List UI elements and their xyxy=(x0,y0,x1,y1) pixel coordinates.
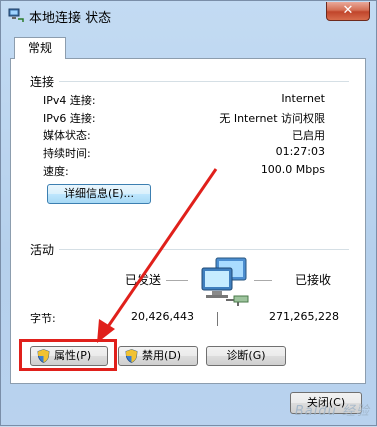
sent-label: 已发送 xyxy=(125,273,162,287)
duration-label: 持续时间: xyxy=(43,147,91,160)
speed-label: 速度: xyxy=(43,165,69,178)
close-icon: ✕ xyxy=(342,3,354,18)
ipv6-value: 无 Internet 访问权限 xyxy=(219,112,325,125)
connection-section-label: 连接 xyxy=(30,75,55,89)
bytes-label: 字节: xyxy=(30,312,56,325)
media-state-label: 媒体状态: xyxy=(43,129,91,142)
diagnose-button[interactable]: 诊断(G) xyxy=(206,346,286,366)
title-bar[interactable]: 本地连接 状态 ✕ xyxy=(1,1,376,29)
tab-general[interactable]: 常规 xyxy=(14,37,66,59)
uac-shield-icon xyxy=(125,349,138,363)
disable-label: 禁用(D) xyxy=(142,349,182,362)
network-connection-icon xyxy=(8,8,24,22)
ipv6-label: IPv6 连接: xyxy=(43,112,96,125)
sent-line xyxy=(166,280,188,281)
speed-value: 100.0 Mbps xyxy=(260,163,325,176)
bytes-sent-value: 20,426,443 xyxy=(131,310,194,323)
activity-divider xyxy=(59,249,349,250)
disable-button[interactable]: 禁用(D) xyxy=(118,346,198,366)
details-button[interactable]: 详细信息(E)... xyxy=(47,184,151,204)
ipv4-label: IPv4 连接: xyxy=(43,94,96,107)
received-line xyxy=(254,280,272,281)
properties-button[interactable]: 属性(P) xyxy=(30,346,108,366)
icon-connector-line xyxy=(217,312,218,326)
received-label: 已接收 xyxy=(295,273,332,287)
general-panel: 连接 IPv4 连接: Internet IPv6 连接: 无 Internet… xyxy=(10,58,366,384)
network-computers-icon xyxy=(201,257,249,306)
connection-divider xyxy=(59,81,349,82)
bytes-received-value: 271,265,228 xyxy=(269,310,339,323)
media-state-value: 已启用 xyxy=(292,129,325,142)
ipv4-value: Internet xyxy=(281,92,325,105)
activity-section-label: 活动 xyxy=(30,243,55,257)
uac-shield-icon xyxy=(37,349,50,363)
properties-label: 属性(P) xyxy=(54,349,92,362)
window-title: 本地连接 状态 xyxy=(29,11,112,26)
watermark: Baidu 经验 xyxy=(294,404,370,419)
window-close-button[interactable]: ✕ xyxy=(326,2,370,21)
status-dialog: 本地连接 状态 ✕ 常规 连接 IPv4 连接: Internet IPv6 连… xyxy=(0,0,377,426)
duration-value: 01:27:03 xyxy=(275,145,325,158)
